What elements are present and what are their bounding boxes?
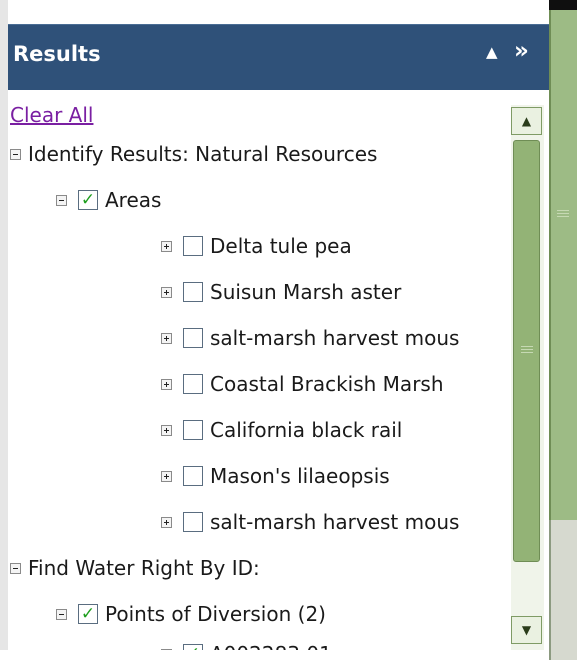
- checkbox-unchecked[interactable]: [183, 374, 203, 394]
- grip-line: [557, 216, 569, 217]
- checkbox-unchecked[interactable]: [183, 328, 203, 348]
- scroll-thumb[interactable]: [513, 140, 540, 562]
- checkbox-unchecked[interactable]: [183, 282, 203, 302]
- expand-icon[interactable]: [161, 424, 172, 436]
- checkbox-unchecked[interactable]: [183, 466, 203, 486]
- scroll-down-button[interactable]: ▼: [511, 616, 542, 644]
- expand-icon[interactable]: [161, 240, 172, 252]
- tree-node-label: A002283 01: [210, 642, 332, 650]
- grip-line: [521, 346, 533, 347]
- tree-node-label: Areas: [105, 188, 162, 212]
- collapse-icon[interactable]: [10, 562, 21, 574]
- tree-node-identify-results[interactable]: Identify Results: Natural Resources: [10, 140, 377, 168]
- tree-node-label: Coastal Brackish Marsh: [210, 372, 444, 396]
- grip-line: [557, 210, 569, 211]
- window-left-border: [0, 0, 8, 650]
- collapse-icon[interactable]: [56, 194, 67, 206]
- vertical-scrollbar[interactable]: ▲ ▼: [511, 105, 544, 650]
- checkbox-unchecked[interactable]: [183, 236, 203, 256]
- tree-node-label: Points of Diversion (2): [105, 602, 326, 626]
- tree-node-label: Mason's lilaeopsis: [210, 464, 390, 488]
- tree-node-find-water-right[interactable]: Find Water Right By ID:: [10, 554, 260, 582]
- checkbox-checked[interactable]: ✓: [78, 190, 98, 210]
- expand-icon[interactable]: [161, 332, 172, 344]
- checkbox-checked[interactable]: ✓: [78, 604, 98, 624]
- tree-node-label: Identify Results: Natural Resources: [28, 142, 378, 166]
- grip-line: [521, 352, 533, 353]
- grip-line: [557, 213, 569, 214]
- grip-line: [521, 349, 533, 350]
- tree-node-points-of-diversion[interactable]: ✓ Points of Diversion (2): [56, 600, 326, 628]
- tree-node-coastal-brackish-marsh[interactable]: Coastal Brackish Marsh: [161, 370, 444, 398]
- tree-node-a002283-01[interactable]: ✓ A002283 01: [161, 640, 332, 650]
- expand-icon[interactable]: [161, 648, 172, 650]
- expand-icon[interactable]: [161, 286, 172, 298]
- tree-node-label: California black rail: [210, 418, 403, 442]
- checkbox-unchecked[interactable]: [183, 512, 203, 532]
- tree-node-areas[interactable]: ✓ Areas: [56, 186, 161, 214]
- checkbox-checked[interactable]: ✓: [183, 644, 203, 650]
- expand-icon[interactable]: [161, 470, 172, 482]
- clear-all-link[interactable]: Clear All: [10, 103, 93, 127]
- tree-node-label: salt-marsh harvest mous: [210, 326, 460, 350]
- tree-node-salt-marsh-harvest-mouse-2[interactable]: salt-marsh harvest mous: [161, 508, 459, 536]
- tree-node-salt-marsh-harvest-mouse-1[interactable]: salt-marsh harvest mous: [161, 324, 459, 352]
- tree-node-california-black-rail[interactable]: California black rail: [161, 416, 402, 444]
- collapse-icon[interactable]: [56, 608, 67, 620]
- results-panel: Results ▲ » Clear All Identify Results: …: [8, 0, 549, 650]
- checkbox-unchecked[interactable]: [183, 420, 203, 440]
- tree-node-label: Find Water Right By ID:: [28, 556, 260, 580]
- tree-node-label: Delta tule pea: [210, 234, 352, 258]
- splitter-lower-section: [549, 520, 577, 660]
- tree-node-label: salt-marsh harvest mous: [210, 510, 460, 534]
- expand-icon[interactable]: [161, 516, 172, 528]
- tree-node-masons-lilaeopsis[interactable]: Mason's lilaeopsis: [161, 462, 390, 490]
- tree-node-label: Suisun Marsh aster: [210, 280, 402, 304]
- scroll-up-button[interactable]: ▲: [511, 107, 542, 135]
- collapse-icon[interactable]: [10, 148, 21, 160]
- results-tree: Clear All Identify Results: Natural Reso…: [8, 0, 512, 650]
- expand-icon[interactable]: [161, 378, 172, 390]
- tree-node-delta-tule-pea[interactable]: Delta tule pea: [161, 232, 352, 260]
- double-chevron-right-icon[interactable]: »: [514, 38, 529, 64]
- tree-node-suisun-marsh-aster[interactable]: Suisun Marsh aster: [161, 278, 401, 306]
